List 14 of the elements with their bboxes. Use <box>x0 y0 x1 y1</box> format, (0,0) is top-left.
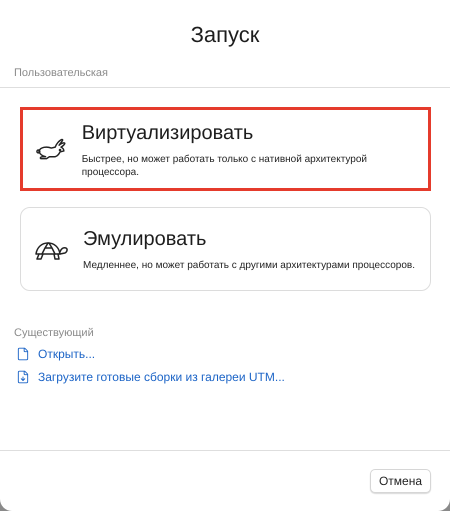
link-label: Загрузите готовые сборки из галереи UTM... <box>38 370 285 384</box>
cancel-button[interactable]: Отмена <box>370 469 431 493</box>
link[interactable]: Загрузите готовые сборки из галереи UTM... <box>16 370 450 384</box>
option-card[interactable]: Эмулировать Медленнее, но может работать с другими архитектурами процессоров. <box>20 207 431 291</box>
section-heading: Существующий <box>14 327 94 339</box>
window-title: Запуск <box>190 22 260 48</box>
option-title: Виртуализировать <box>82 122 254 144</box>
link[interactable]: Открыть... <box>16 347 450 361</box>
section-heading: Пользовательская <box>14 67 108 79</box>
option-description: Быстрее, но может работать только с нативной архитектурой процессора. <box>82 152 368 178</box>
link-label: Открыть... <box>38 347 96 361</box>
option-title: Эмулировать <box>83 228 208 251</box>
option-description: Медленнее, но может работать с другими архитектурами процессоров. <box>83 259 415 272</box>
option-card[interactable]: Виртуализировать Быстрее, но может работать только с нативной архитектурой процессора. <box>20 107 431 191</box>
